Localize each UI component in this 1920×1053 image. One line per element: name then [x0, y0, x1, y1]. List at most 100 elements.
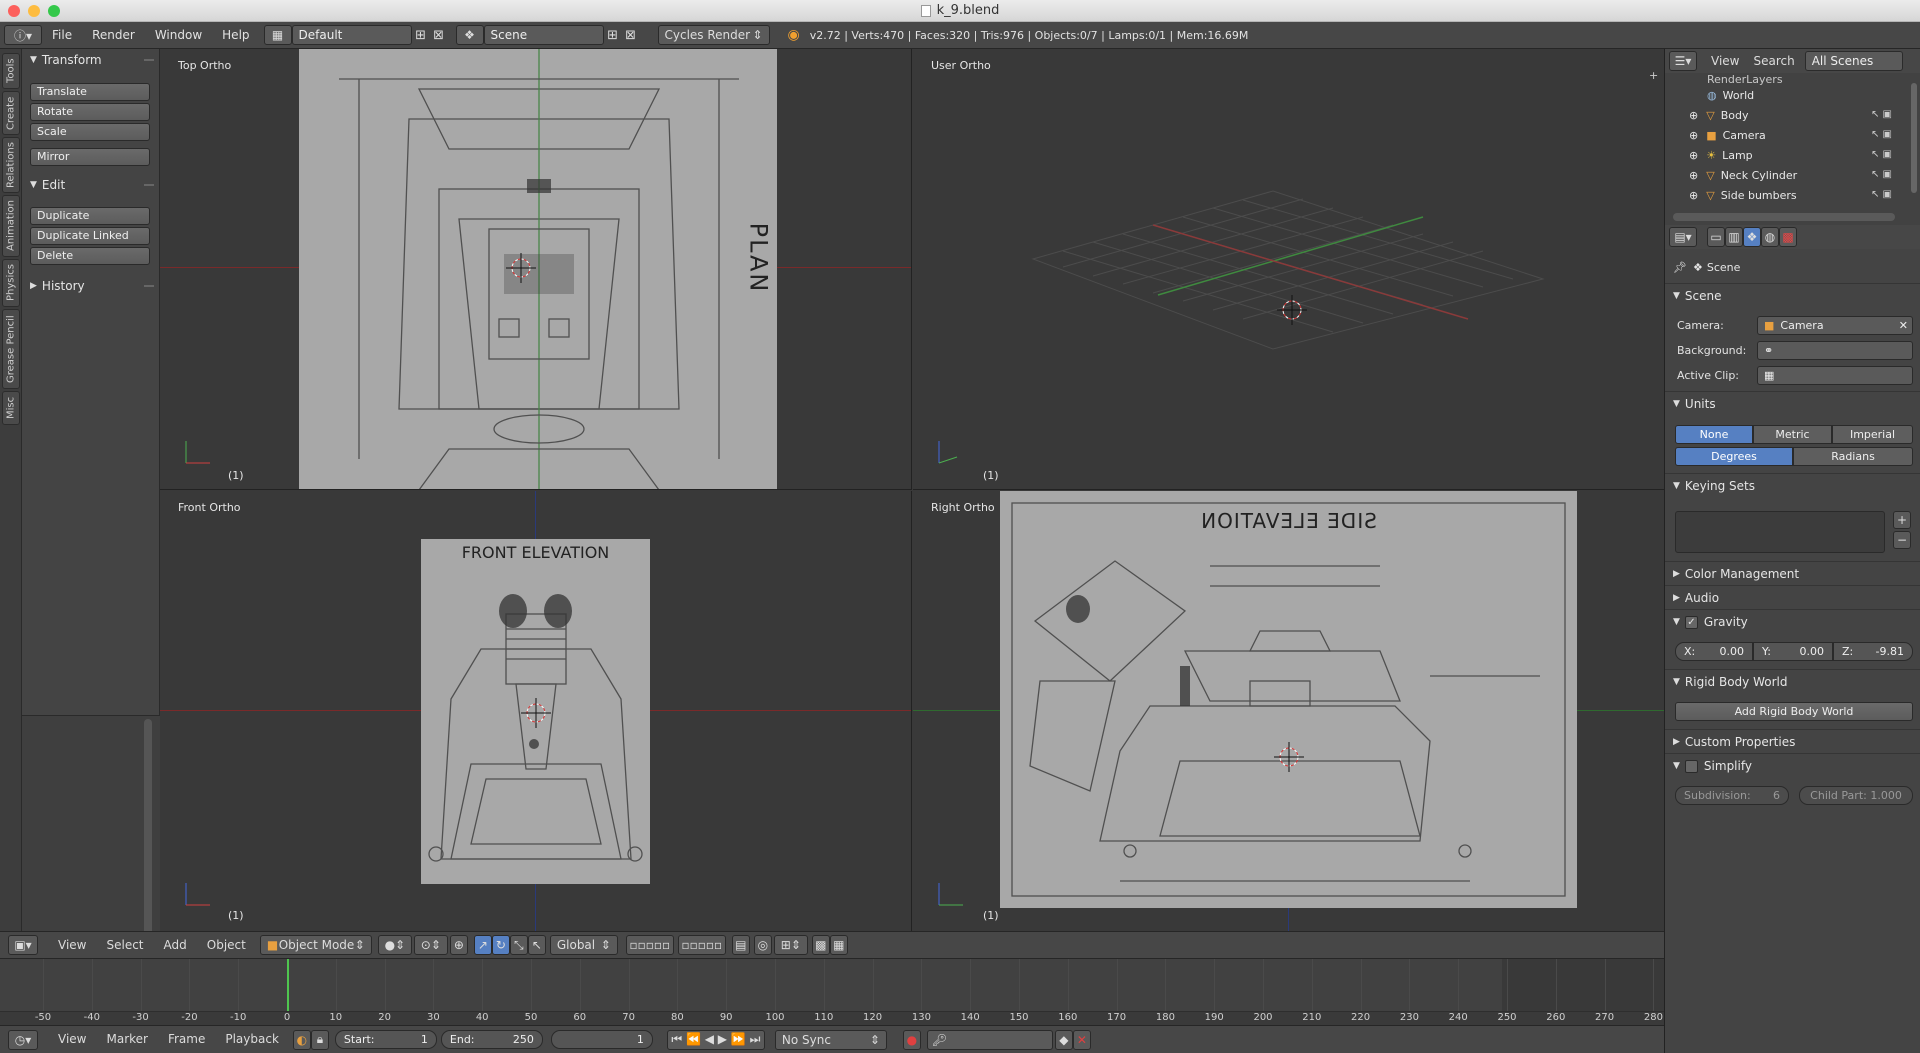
add-rigid-body-world-button[interactable]: Add Rigid Body World [1675, 702, 1913, 721]
add-scene-button[interactable]: ⊞ [604, 25, 622, 45]
translate-button[interactable]: Translate [30, 83, 150, 101]
snap-element-dropdown[interactable]: ⊞⇕ [773, 935, 808, 955]
viewport-top-ortho[interactable]: PLAN Top Ortho (1) [160, 49, 912, 490]
transform-panel-header[interactable]: ▼ Transform [22, 49, 160, 71]
transform-orientation-dropdown[interactable]: Global ⇕ [549, 935, 618, 955]
active-clip-field[interactable]: ▦ [1757, 366, 1913, 385]
gravity-checkbox[interactable]: ✓ [1684, 615, 1698, 629]
camera-field[interactable]: ■ Camera ✕ [1757, 316, 1913, 335]
screen-layout-field[interactable]: Default [291, 25, 412, 45]
menu-window[interactable]: Window [145, 22, 212, 49]
menu-frame[interactable]: Frame [158, 1026, 215, 1053]
viewport-right-ortho[interactable]: SIDE ELEVATION Right Ortho (1) [913, 491, 1664, 931]
history-panel-header[interactable]: ▶ History [22, 275, 160, 297]
rotation-degrees-toggle[interactable]: Degrees [1675, 447, 1793, 466]
remove-keying-set-button[interactable]: − [1893, 531, 1911, 549]
menu-timeline-view[interactable]: View [48, 1026, 96, 1053]
outliner-item-lamp[interactable]: ⊕ ☀ Lamp [1665, 145, 1905, 165]
drag-grip-icon[interactable] [144, 184, 154, 186]
subdivision-field[interactable]: Subdivision: 6 [1675, 786, 1789, 805]
start-frame-field[interactable]: Start: 1 [334, 1030, 437, 1049]
timeline-area[interactable]: -50 -40 -30 -20 -10 0 10 20 30 40 50 60 70 80 90 100 110… [0, 958, 1664, 1026]
edit-panel-header[interactable]: ▼ Edit [22, 174, 160, 196]
drag-grip-icon[interactable] [144, 59, 154, 61]
unit-imperial-toggle[interactable]: Imperial [1832, 425, 1913, 444]
render-tab-icon[interactable]: ▭ [1707, 227, 1725, 247]
scene-field[interactable]: Scene [483, 25, 604, 45]
outliner-filter-dropdown[interactable]: All Scenes [1804, 51, 1903, 71]
lock-range-icon[interactable]: 🔒︎ [310, 1029, 329, 1050]
gravity-x-field[interactable]: X: 0.00 [1675, 642, 1753, 661]
units-panel-header[interactable]: ▼ Units [1673, 397, 1716, 411]
scale-manipulator-icon[interactable]: ⤡ [509, 935, 528, 955]
tab-relations[interactable]: Relations [2, 137, 20, 193]
scale-button[interactable]: Scale [30, 123, 150, 141]
pin-icon[interactable]: 📌︎ [1673, 261, 1687, 274]
rigid-body-world-panel-header[interactable]: ▼ Rigid Body World [1673, 675, 1787, 689]
outliner-item-camera[interactable]: ⊕ ■ Camera [1665, 125, 1905, 145]
mode-dropdown[interactable]: ■ Object Mode ⇕ [259, 935, 372, 955]
outliner-item-world[interactable]: ◍ World [1665, 85, 1905, 105]
manipulator-toggle[interactable]: ⊕ [449, 935, 468, 955]
playback-controls[interactable]: ⏮ ⏪ ◀ ▶ ⏩ ⏭ [666, 1029, 765, 1050]
keying-sets-list[interactable] [1675, 511, 1885, 553]
tab-physics[interactable]: Physics [2, 259, 20, 307]
visibility-toggles[interactable]: ↖ ▣ ↖ ▣ ↖ ▣ ↖ ▣ ↖ ▣ [1871, 105, 1911, 205]
maximize-window-button[interactable] [48, 5, 60, 17]
world-tab-icon[interactable]: ◍ [1761, 227, 1779, 247]
editor-type-outliner-button[interactable]: ☰▾ [1669, 51, 1697, 71]
simplify-panel-header[interactable]: ▼ Simplify [1673, 759, 1752, 773]
scene-icon[interactable]: ❖ [455, 25, 484, 45]
editor-type-3d-button[interactable]: ▣▾ [8, 935, 38, 955]
keying-set-field[interactable]: 🔑︎ [926, 1029, 1053, 1050]
outliner-item-body[interactable]: ⊕ ▽ Body [1665, 105, 1905, 125]
outliner-item-side-bumbers[interactable]: ⊕ ▽ Side bumbers [1665, 185, 1905, 205]
tool-shelf-scrollbar[interactable] [144, 719, 152, 959]
mirror-button[interactable]: Mirror [30, 148, 150, 166]
outliner-h-scrollbar[interactable] [1673, 213, 1895, 221]
render-engine-dropdown[interactable]: Cycles Render ⇕ [657, 25, 770, 45]
record-icon[interactable]: ● [902, 1029, 921, 1050]
end-frame-field[interactable]: End: 250 [440, 1030, 543, 1049]
layers-grid-b[interactable]: ▫▫▫▫▫ [677, 935, 726, 955]
unit-metric-toggle[interactable]: Metric [1753, 425, 1832, 444]
rotate-manipulator-icon[interactable]: ↻ [491, 935, 510, 955]
lock-layers-icon[interactable]: ▤ [731, 935, 750, 955]
viewport-split-icon[interactable]: + [1649, 69, 1658, 82]
translate-manipulator-icon[interactable]: ↗ [473, 935, 492, 955]
outliner-menu-view[interactable]: View [1711, 54, 1739, 68]
menu-object[interactable]: Object [197, 932, 256, 959]
scene-panel-header[interactable]: ▼ Scene [1673, 289, 1722, 303]
audio-panel-header[interactable]: ▶ Audio [1673, 591, 1719, 605]
menu-file[interactable]: File [42, 22, 82, 49]
rotation-radians-toggle[interactable]: Radians [1793, 447, 1913, 466]
menu-select[interactable]: Select [96, 932, 153, 959]
gravity-z-field[interactable]: Z: -9.81 [1833, 642, 1913, 661]
tab-tools[interactable]: Tools [2, 53, 20, 89]
tab-grease-pencil[interactable]: Grease Pencil [2, 309, 20, 389]
unit-none-toggle[interactable]: None [1675, 425, 1753, 444]
outliner-menu-search[interactable]: Search [1753, 54, 1794, 68]
menu-help[interactable]: Help [212, 22, 259, 49]
editor-type-properties-button[interactable]: ▤▾ [1669, 227, 1697, 247]
tab-create[interactable]: Create [2, 91, 20, 135]
pivot-point-dropdown[interactable]: ⊙⇕ [413, 935, 448, 955]
viewport-user-ortho[interactable]: User Ortho (1) + [913, 49, 1664, 490]
menu-playback[interactable]: Playback [215, 1026, 289, 1053]
gravity-panel-header[interactable]: ▼ ✓ Gravity [1673, 615, 1748, 629]
tab-animation[interactable]: Animation [2, 195, 20, 257]
insert-keyframe-icon[interactable]: ◆ [1054, 1029, 1073, 1050]
outliner-scrollbar[interactable] [1911, 83, 1917, 193]
custom-properties-panel-header[interactable]: ▶ Custom Properties [1673, 735, 1795, 749]
simplify-checkbox[interactable] [1684, 759, 1698, 773]
menu-add[interactable]: Add [154, 932, 197, 959]
close-window-button[interactable] [8, 5, 20, 17]
delete-button[interactable]: Delete [30, 247, 150, 265]
scene-tab-icon[interactable]: ❖ [1743, 227, 1761, 247]
move-manipulator-icon[interactable]: ↖ [527, 935, 546, 955]
duplicate-linked-button[interactable]: Duplicate Linked [30, 227, 150, 245]
add-keying-set-button[interactable]: + [1893, 511, 1911, 529]
render-animation-icon[interactable]: ▦ [829, 935, 848, 955]
menu-view[interactable]: View [48, 932, 96, 959]
sync-dropdown[interactable]: No Sync ⇕ [774, 1029, 887, 1050]
